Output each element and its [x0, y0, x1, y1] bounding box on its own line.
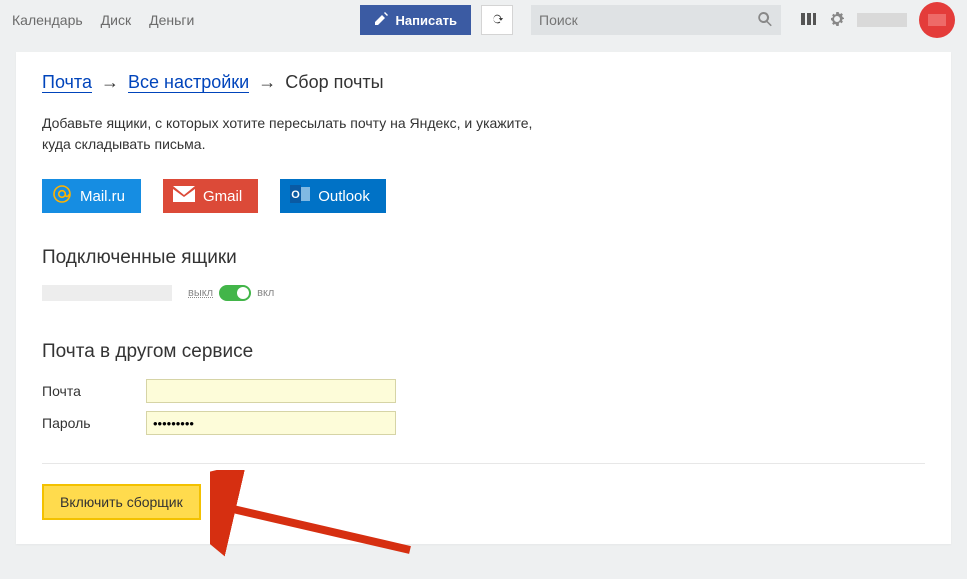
enable-collector-button[interactable]: Включить сборщик [42, 484, 201, 520]
gmail-label: Gmail [203, 188, 242, 205]
nav-money[interactable]: Деньги [149, 12, 194, 28]
username-placeholder [857, 13, 907, 27]
refresh-icon [490, 12, 504, 29]
connected-mailbox-row: выкл вкл [42, 285, 925, 301]
nav-calendar[interactable]: Календарь [12, 12, 83, 28]
avatar-icon [928, 14, 946, 26]
svg-text:O: O [291, 189, 300, 201]
mailbox-address [42, 285, 172, 301]
mailru-button[interactable]: Mail.ru [42, 179, 141, 213]
breadcrumb-current: Сбор почты [285, 72, 383, 92]
avatar[interactable] [919, 2, 955, 38]
search-input[interactable] [539, 12, 757, 28]
mailru-label: Mail.ru [80, 188, 125, 205]
search-box [531, 5, 781, 35]
email-label: Почта [42, 383, 146, 399]
password-label: Пароль [42, 415, 146, 431]
toggle-off-label[interactable]: выкл [188, 287, 213, 299]
compose-icon [374, 12, 388, 29]
right-icons [799, 2, 955, 38]
form-row-email: Почта [42, 379, 925, 403]
themes-icon[interactable] [799, 11, 817, 30]
connected-title: Подключенные ящики [42, 247, 925, 269]
divider [42, 463, 925, 464]
email-field[interactable] [146, 379, 396, 403]
description-text: Добавьте ящики, с которых хотите пересыл… [42, 113, 925, 155]
toggle-wrap: выкл вкл [188, 285, 274, 301]
main-card: Почта → Все настройки → Сбор почты Добав… [16, 52, 951, 544]
breadcrumb-mail[interactable]: Почта [42, 72, 92, 93]
outlook-icon: O [290, 185, 310, 207]
mailru-icon [52, 184, 72, 208]
form-row-password: Пароль [42, 411, 925, 435]
other-service-title: Почта в другом сервисе [42, 341, 925, 363]
gear-icon[interactable] [829, 11, 845, 30]
breadcrumb-arrow: → [258, 72, 276, 92]
gmail-button[interactable]: Gmail [163, 179, 258, 213]
search-icon[interactable] [757, 11, 773, 30]
outlook-button[interactable]: O Outlook [280, 179, 386, 213]
toggle-switch[interactable] [219, 285, 251, 301]
topbar: Календарь Диск Деньги Написать [0, 0, 967, 40]
provider-buttons: Mail.ru Gmail O Outlook [42, 179, 925, 213]
nav-disk[interactable]: Диск [101, 12, 131, 28]
toggle-on-label: вкл [257, 287, 274, 299]
breadcrumb-settings[interactable]: Все настройки [128, 72, 249, 93]
compose-button[interactable]: Написать [360, 5, 471, 35]
top-nav: Календарь Диск Деньги [12, 12, 194, 28]
gmail-icon [173, 186, 195, 206]
breadcrumb-arrow: → [101, 72, 119, 92]
password-field[interactable] [146, 411, 396, 435]
compose-label: Написать [396, 13, 457, 28]
outlook-label: Outlook [318, 188, 370, 205]
breadcrumb: Почта → Все настройки → Сбор почты [42, 72, 925, 93]
refresh-button[interactable] [481, 5, 513, 35]
